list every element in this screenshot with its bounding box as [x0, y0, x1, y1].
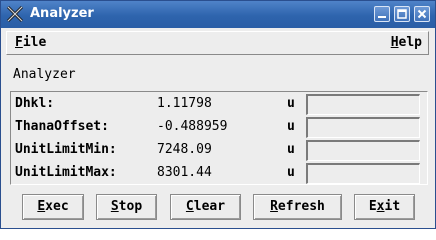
minimize-icon [378, 16, 386, 18]
clear-label: lear [193, 199, 226, 214]
parameters-frame: Dhkl: 1.11798 u ThanaOffset: -0.488959 u… [10, 91, 428, 185]
param-label: UnitLimitMin: [15, 142, 117, 157]
menu-file-label: ile [22, 35, 47, 50]
menu-help-mnemonic: H [390, 35, 399, 50]
window-title: Analyzer [30, 6, 94, 21]
refresh-mnemonic: R [270, 199, 278, 214]
param-unit: u [287, 119, 295, 134]
x-logo-icon[interactable] [6, 5, 24, 23]
param-row-dhkl: Dhkl: 1.11798 u [11, 92, 427, 115]
menu-file-mnemonic: F [15, 35, 23, 50]
param-label: Dhkl: [15, 96, 55, 111]
param-input-unitlimitmax[interactable] [306, 163, 420, 184]
param-value: 8301.44 [157, 165, 212, 180]
exec-mnemonic: E [37, 199, 46, 214]
exit-label-prefix: E [368, 199, 377, 214]
param-input-thanaoffset[interactable] [306, 117, 420, 138]
maximize-icon [397, 9, 407, 19]
param-row-thanaoffset: ThanaOffset: -0.488959 u [11, 115, 427, 138]
exec-label: xec [45, 199, 69, 214]
refresh-button[interactable]: Refresh [253, 194, 342, 220]
stop-button[interactable]: Stop [96, 194, 157, 220]
param-value: -0.488959 [157, 119, 228, 134]
clear-mnemonic: C [185, 199, 194, 214]
param-label: ThanaOffset: [15, 119, 109, 134]
param-label: UnitLimitMax: [15, 165, 117, 180]
title-bar[interactable]: Analyzer [1, 1, 435, 28]
param-value: 1.11798 [157, 96, 212, 111]
exit-mnemonic: x [376, 199, 385, 214]
param-row-unitlimitmin: UnitLimitMin: 7248.09 u [11, 138, 427, 161]
menu-help[interactable]: Help [391, 35, 422, 50]
param-value: 7248.09 [157, 142, 212, 157]
exit-label: it [384, 199, 401, 214]
menu-bar: File Help [6, 31, 429, 55]
exec-button[interactable]: Exec [22, 194, 84, 220]
minimize-button[interactable] [374, 6, 390, 22]
close-button[interactable] [414, 6, 430, 22]
param-unit: u [287, 96, 295, 111]
refresh-label: efresh [277, 199, 325, 214]
param-row-unitlimitmax: UnitLimitMax: 8301.44 u [11, 161, 427, 184]
param-input-dhkl[interactable] [306, 94, 420, 115]
maximize-button[interactable] [394, 6, 410, 22]
param-unit: u [287, 165, 295, 180]
panel-title: Analyzer [13, 67, 76, 82]
clear-button[interactable]: Clear [170, 194, 241, 220]
param-input-unitlimitmin[interactable] [306, 140, 420, 161]
stop-mnemonic: S [110, 199, 119, 214]
menu-file[interactable]: File [15, 35, 46, 50]
param-unit: u [287, 142, 295, 157]
analyzer-window: Analyzer File Help Analyzer Dhkl: 1.1179… [0, 0, 436, 229]
menu-help-label: elp [398, 35, 422, 50]
close-icon [417, 9, 427, 19]
exit-button[interactable]: Exit [354, 194, 415, 220]
stop-label: top [118, 199, 143, 214]
